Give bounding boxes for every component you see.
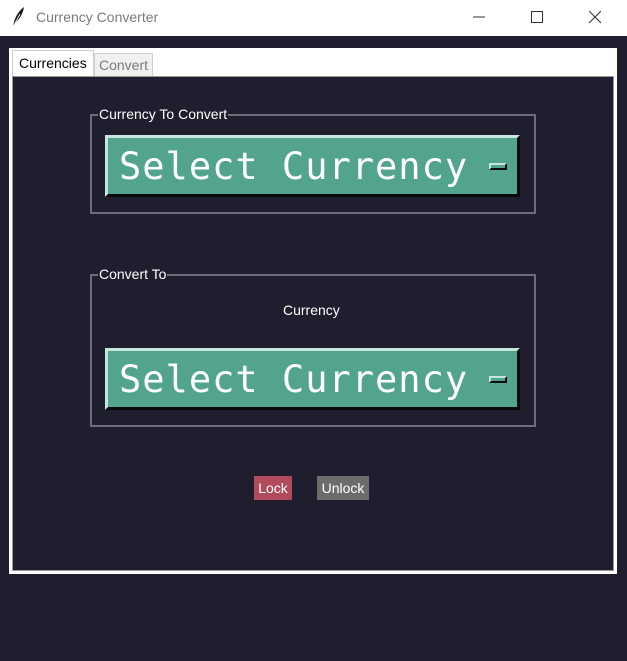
minimize-icon xyxy=(473,16,485,18)
title-bar[interactable]: Currency Converter xyxy=(0,0,627,36)
notebook: Currencies Convert Currency To Convert S… xyxy=(9,48,617,574)
currency-caption: Currency xyxy=(283,302,340,318)
close-button[interactable] xyxy=(572,0,618,34)
from-currency-selected: Select Currency xyxy=(119,145,469,188)
to-currency-selected: Select Currency xyxy=(119,358,469,401)
currency-to-convert-label: Currency To Convert xyxy=(98,106,229,122)
close-icon xyxy=(589,10,601,24)
tab-strip: Currencies Convert xyxy=(9,48,617,77)
dropdown-indicator-icon xyxy=(489,163,507,170)
minimize-button[interactable] xyxy=(456,0,502,34)
to-currency-dropdown[interactable]: Select Currency xyxy=(105,348,520,410)
feather-icon xyxy=(12,7,24,28)
from-currency-dropdown[interactable]: Select Currency xyxy=(105,135,520,197)
maximize-button[interactable] xyxy=(514,0,560,34)
tab-convert[interactable]: Convert xyxy=(94,53,154,77)
window-title: Currency Converter xyxy=(36,9,159,25)
dropdown-indicator-icon xyxy=(489,376,507,383)
convert-to-label: Convert To xyxy=(98,266,168,282)
unlock-button[interactable]: Unlock xyxy=(317,476,369,500)
currencies-panel: Currency To Convert Select Currency Conv… xyxy=(12,76,614,571)
maximize-icon xyxy=(531,11,543,23)
tab-currencies[interactable]: Currencies xyxy=(12,50,94,77)
lock-button[interactable]: Lock xyxy=(254,476,292,500)
